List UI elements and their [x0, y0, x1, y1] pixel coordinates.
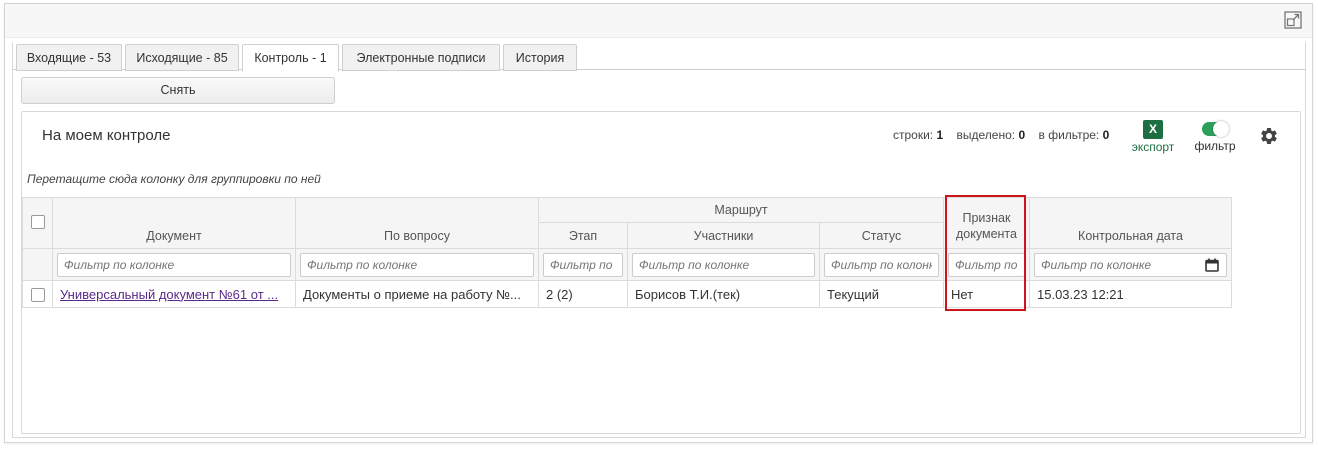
rows-label: строки: — [893, 128, 934, 142]
tab-outgoing[interactable]: Исходящие - 85 — [125, 44, 239, 71]
export-label: экспорт — [1131, 140, 1175, 154]
filter-input-control-date[interactable] — [1034, 252, 1227, 277]
filter-cell-sign — [943, 248, 1030, 281]
col-header-sign[interactable]: Признак документа — [943, 197, 1030, 249]
col-header-question[interactable]: По вопросу — [295, 197, 539, 249]
date-filter-wrap — [1034, 252, 1227, 277]
filter-cell-participants — [627, 248, 820, 281]
toggle-switch-icon — [1202, 121, 1229, 137]
filter-input-stage[interactable] — [543, 252, 623, 277]
col-header-participants[interactable]: Участники — [627, 222, 820, 249]
filter-input-sign[interactable] — [948, 252, 1025, 277]
filter-cell-stage — [538, 248, 628, 281]
col-header-document[interactable]: Документ — [52, 197, 296, 249]
expand-icon[interactable] — [1284, 11, 1302, 29]
cell-question: Документы о приеме на работу №... — [295, 280, 539, 308]
document-link[interactable]: Универсальный документ №61 от ... — [60, 287, 278, 302]
selected-label: выделено: — [956, 128, 1016, 142]
select-all-checkbox[interactable] — [30, 214, 45, 229]
col-group-route: Маршрут — [538, 197, 944, 223]
col-header-control-date[interactable]: Контрольная дата — [1029, 197, 1232, 249]
rows-value: 1 — [936, 128, 944, 142]
col-header-status[interactable]: Статус — [819, 222, 944, 249]
cell-control-date: 15.03.23 12:21 — [1029, 280, 1232, 308]
filter-input-question[interactable] — [300, 252, 534, 277]
filter-input-document[interactable] — [57, 252, 291, 277]
cell-stage: 2 (2) — [538, 280, 628, 308]
cell-document: Универсальный документ №61 от ... — [52, 280, 296, 308]
filter-toggle[interactable]: фильтр — [1192, 120, 1238, 153]
filter-input-participants[interactable] — [632, 252, 815, 277]
filter-cell-empty — [22, 248, 53, 281]
window-topbar — [5, 4, 1312, 38]
main-window: Входящие - 53 Исходящие - 85 Контроль - … — [4, 3, 1313, 443]
cell-participants: Борисов Т.И.(тек) — [627, 280, 820, 308]
tab-e-signatures[interactable]: Электронные подписи — [342, 44, 500, 71]
cell-status: Текущий — [819, 280, 944, 308]
remove-control-button[interactable]: Снять — [21, 77, 335, 104]
excel-icon: X — [1143, 120, 1163, 139]
filter-cell-status — [819, 248, 944, 281]
filter-input-status[interactable] — [824, 252, 939, 277]
filter-label: фильтр — [1194, 139, 1236, 153]
row-select-cell — [22, 280, 53, 308]
content-area: Входящие - 53 Исходящие - 85 Контроль - … — [12, 42, 1306, 438]
col-header-stage[interactable]: Этап — [538, 222, 628, 249]
tab-bar: Входящие - 53 Исходящие - 85 Контроль - … — [13, 42, 1305, 72]
filter-cell-control-date — [1029, 248, 1232, 281]
grid-stats: строки: 1 выделено: 0 в фильтре: 0 — [893, 128, 1119, 142]
panel-title: На моем контроле — [42, 127, 171, 144]
tab-history[interactable]: История — [503, 44, 577, 71]
tab-control[interactable]: Контроль - 1 — [242, 44, 339, 72]
filter-cell-question — [295, 248, 539, 281]
select-all-cell — [22, 197, 53, 249]
control-panel: На моем контроле строки: 1 выделено: 0 в… — [21, 111, 1301, 434]
tab-incoming[interactable]: Входящие - 53 — [16, 44, 122, 71]
filter-cell-document — [52, 248, 296, 281]
export-button[interactable]: X экспорт — [1130, 120, 1176, 154]
cell-sign: Нет — [943, 280, 1030, 308]
filtered-label: в фильтре: — [1038, 128, 1100, 142]
row-checkbox[interactable] — [30, 287, 45, 302]
group-by-hint[interactable]: Перетащите сюда колонку для группировки … — [27, 172, 321, 186]
control-grid: Документ По вопросу Маршрут Признак доку… — [22, 197, 1232, 308]
filtered-value: 0 — [1102, 128, 1110, 142]
table-row[interactable]: Универсальный документ №61 от ... Докуме… — [22, 280, 1232, 308]
gear-icon[interactable] — [1259, 126, 1279, 146]
selected-value: 0 — [1018, 128, 1026, 142]
